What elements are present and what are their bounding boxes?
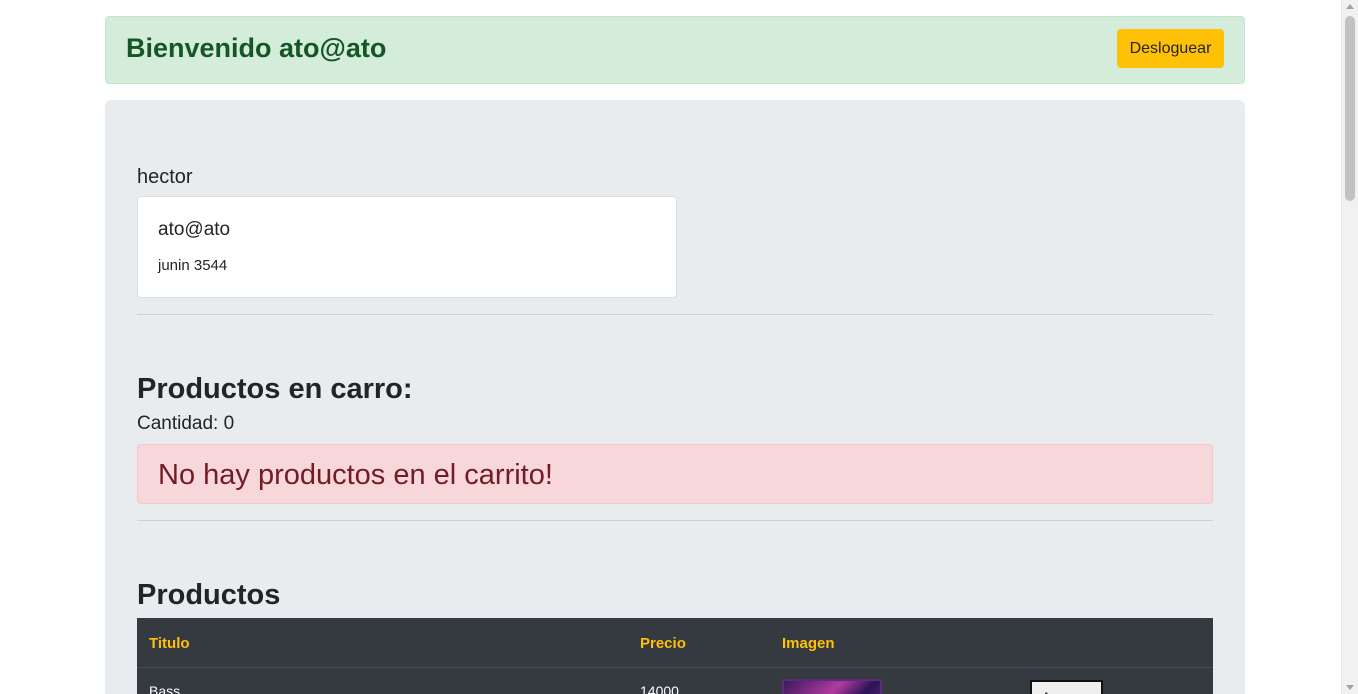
scroll-thumb[interactable]	[1345, 16, 1355, 201]
divider	[137, 314, 1213, 315]
column-header-title[interactable]: Titulo	[149, 635, 190, 653]
empty-cart-message: No hay productos en el carrito!	[158, 459, 553, 491]
product-price: 14000	[640, 683, 679, 694]
row-divider	[137, 667, 1213, 668]
user-card: ato@ato junin 3544	[137, 196, 677, 298]
cart-heading: Productos en carro:	[137, 373, 413, 405]
products-table: Titulo Precio Imagen Bass 14000 Agregar	[137, 618, 1213, 694]
products-heading: Productos	[137, 579, 281, 611]
user-address: junin 3544	[158, 257, 228, 274]
product-title: Bass	[149, 683, 181, 694]
welcome-title: Bienvenido ato@ato	[126, 33, 387, 63]
scroll-up-icon[interactable]	[1346, 4, 1354, 9]
cart-count: Cantidad: 0	[137, 413, 235, 434]
logout-button[interactable]: Desloguear	[1117, 29, 1224, 68]
add-to-cart-button[interactable]: Agregar	[1030, 680, 1103, 694]
column-header-image[interactable]: Imagen	[782, 635, 835, 653]
user-name: hector	[137, 166, 193, 188]
vertical-scrollbar[interactable]	[1341, 0, 1358, 694]
user-email: ato@ato	[158, 219, 231, 240]
divider	[137, 520, 1213, 521]
welcome-banner: Bienvenido ato@ato Desloguear	[105, 16, 1245, 84]
scroll-down-icon[interactable]	[1346, 685, 1354, 690]
product-image	[782, 679, 882, 694]
empty-cart-alert: No hay productos en el carrito!	[137, 444, 1213, 504]
column-header-price[interactable]: Precio	[640, 635, 686, 653]
